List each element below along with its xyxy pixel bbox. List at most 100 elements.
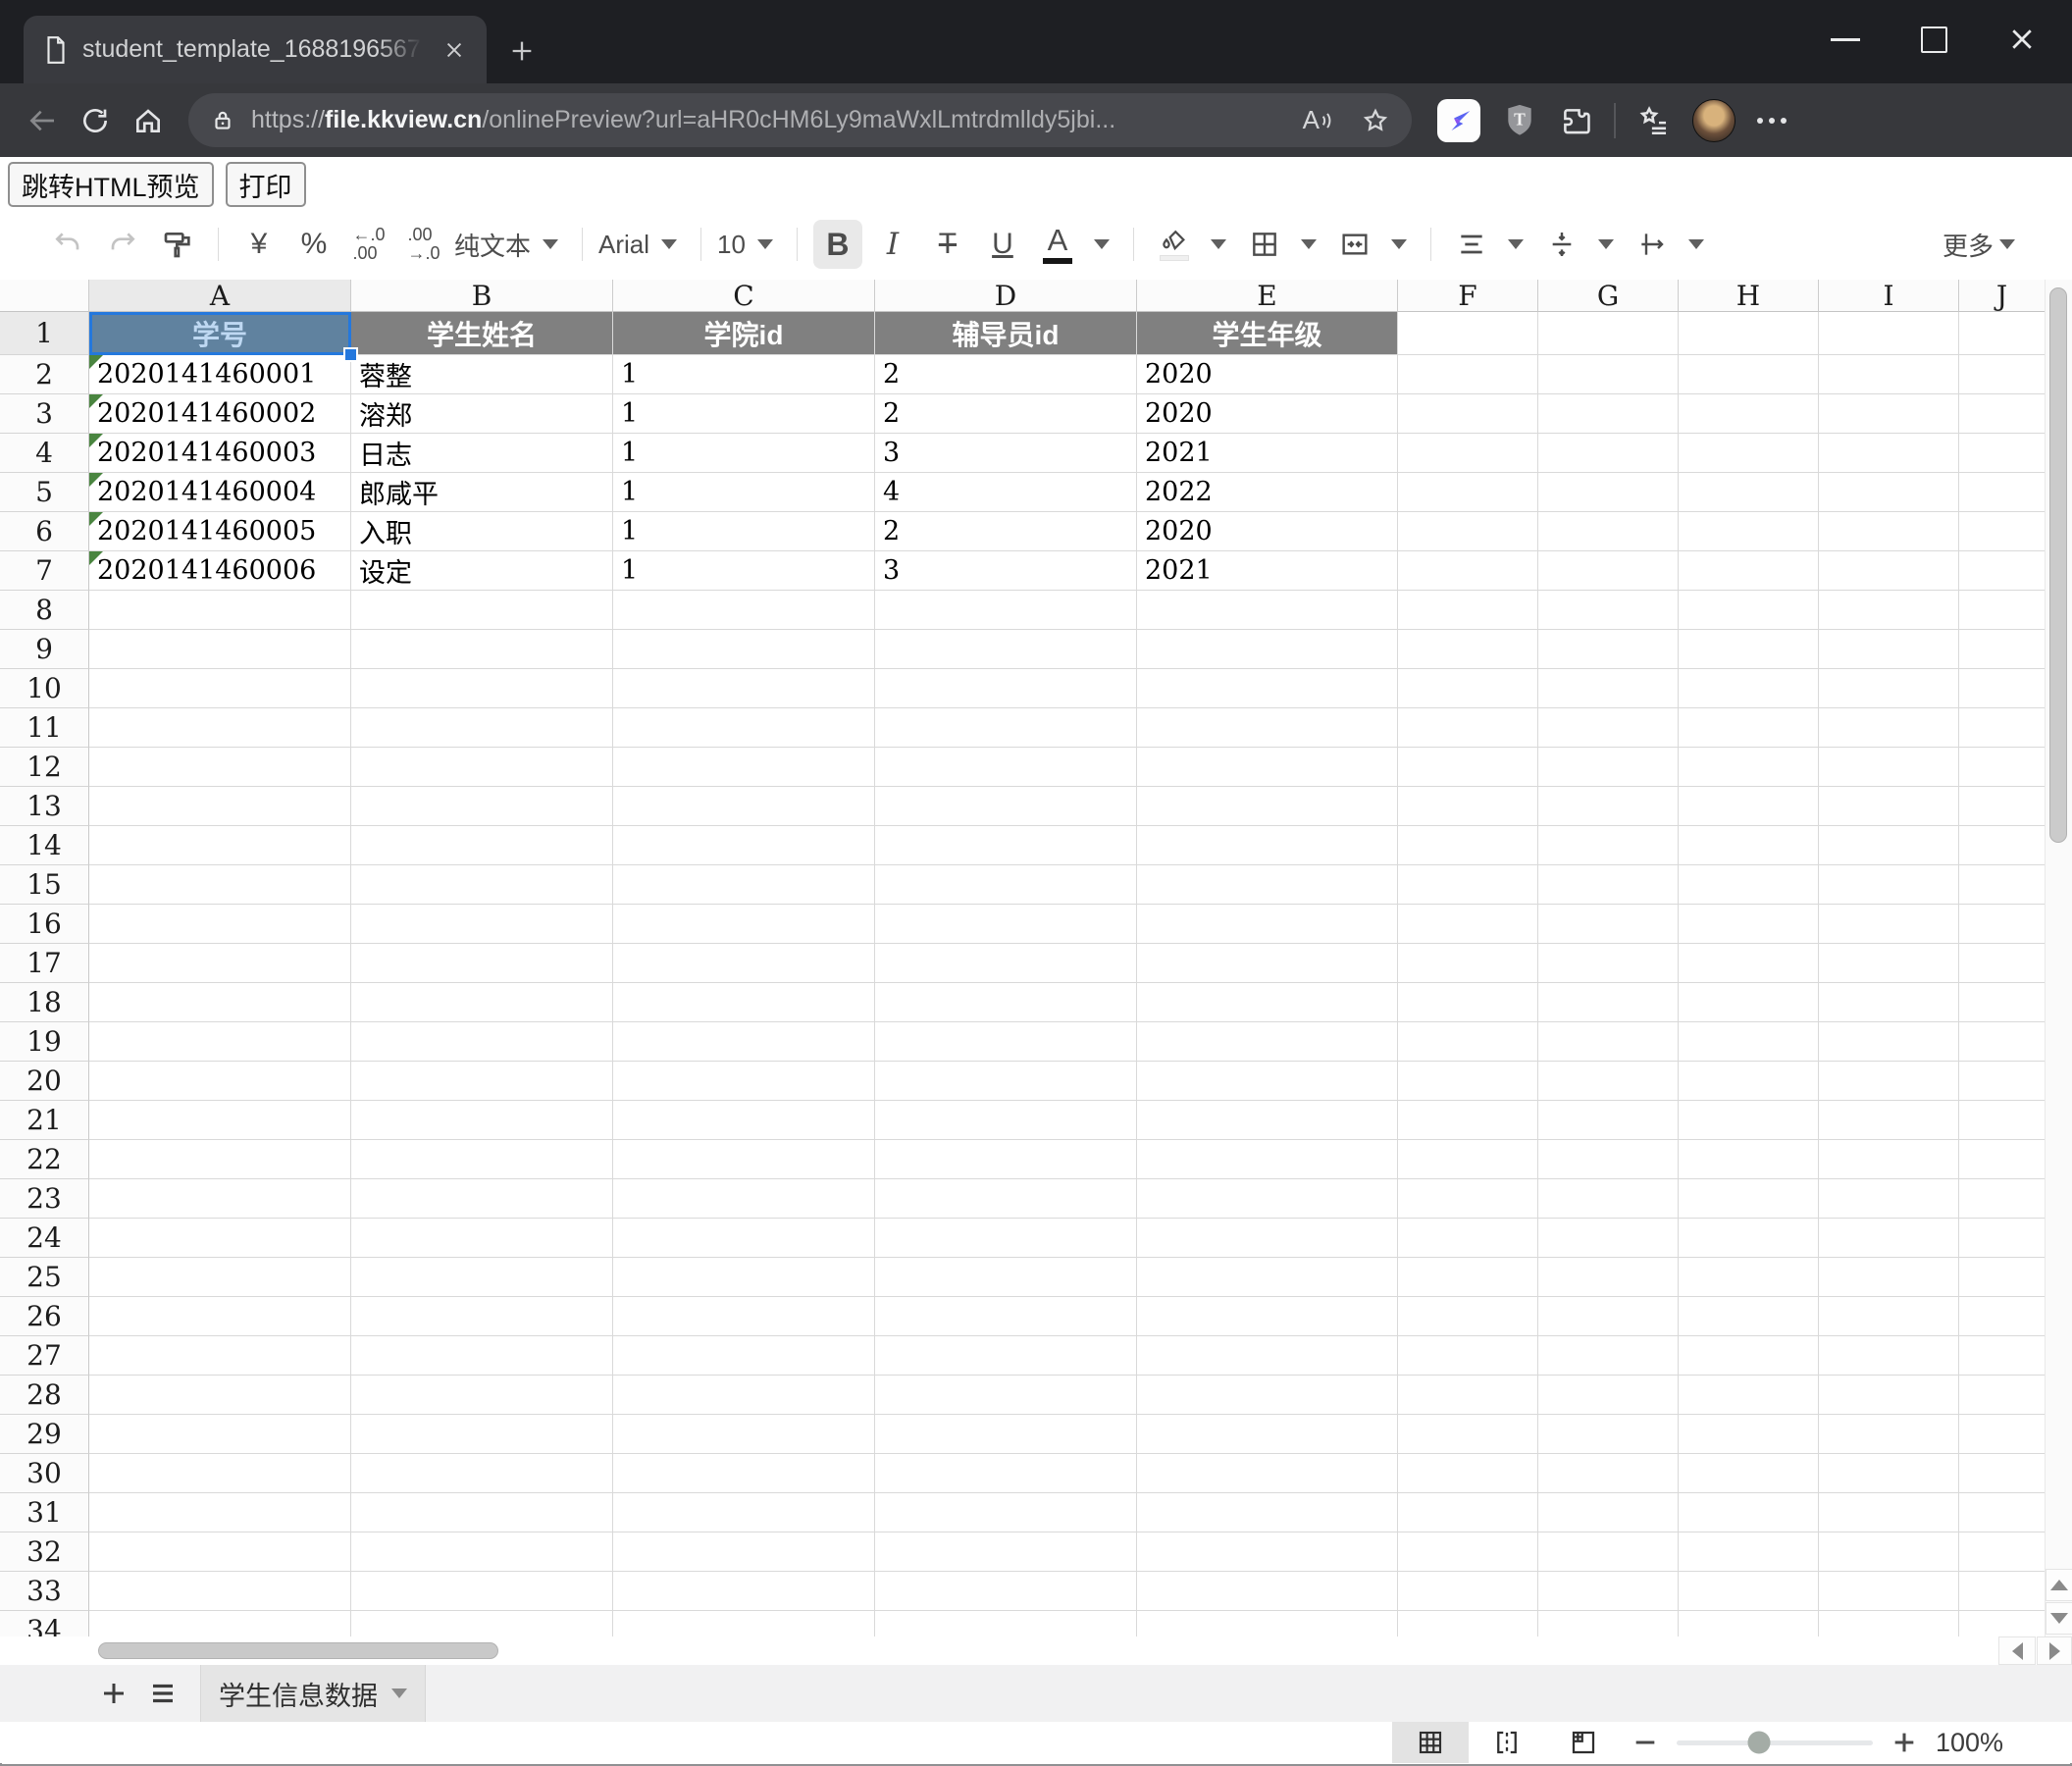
cell-B5[interactable]: 郎咸平 (351, 473, 613, 512)
cell-I34[interactable] (1819, 1611, 1959, 1636)
cell-G6[interactable] (1538, 512, 1679, 551)
print-button[interactable]: 打印 (226, 162, 306, 207)
cell-F30[interactable] (1398, 1454, 1538, 1493)
cell-E3[interactable]: 2020 (1137, 394, 1398, 434)
cell-D2[interactable]: 2 (875, 355, 1137, 394)
cell-G27[interactable] (1538, 1336, 1679, 1376)
cell-C20[interactable] (613, 1062, 875, 1101)
cell-J16[interactable] (1959, 905, 2045, 944)
cell-A25[interactable] (89, 1258, 351, 1297)
sheet-tab-active[interactable]: 学生信息数据 (200, 1665, 426, 1722)
cell-F11[interactable] (1398, 708, 1538, 748)
cell-J12[interactable] (1959, 748, 2045, 787)
cell-A16[interactable] (89, 905, 351, 944)
cell-C31[interactable] (613, 1493, 875, 1532)
normal-view-button[interactable] (1392, 1722, 1469, 1763)
cell-C27[interactable] (613, 1336, 875, 1376)
cell-A9[interactable] (89, 630, 351, 669)
cell-C34[interactable] (613, 1611, 875, 1636)
cell-J2[interactable] (1959, 355, 2045, 394)
row-header-16[interactable]: 16 (0, 905, 89, 944)
cell-J20[interactable] (1959, 1062, 2045, 1101)
row-header-22[interactable]: 22 (0, 1140, 89, 1179)
row-header-33[interactable]: 33 (0, 1572, 89, 1611)
cell-E14[interactable] (1137, 826, 1398, 865)
cell-B32[interactable] (351, 1532, 613, 1572)
chevron-down-icon[interactable] (1508, 239, 1524, 249)
column-header-I[interactable]: I (1819, 280, 1959, 312)
cell-C25[interactable] (613, 1258, 875, 1297)
cell-E26[interactable] (1137, 1297, 1398, 1336)
page-layout-view-button[interactable] (1545, 1722, 1622, 1763)
cell-B2[interactable]: 蓉整 (351, 355, 613, 394)
cell-B14[interactable] (351, 826, 613, 865)
cell-I17[interactable] (1819, 944, 1959, 983)
cell-A17[interactable] (89, 944, 351, 983)
cell-G33[interactable] (1538, 1572, 1679, 1611)
cell-F8[interactable] (1398, 591, 1538, 630)
cell-D28[interactable] (875, 1376, 1137, 1415)
cell-H13[interactable] (1679, 787, 1819, 826)
cell-A20[interactable] (89, 1062, 351, 1101)
tab-close-icon[interactable] (438, 33, 471, 67)
cell-F12[interactable] (1398, 748, 1538, 787)
row-header-5[interactable]: 5 (0, 473, 89, 512)
cell-H15[interactable] (1679, 865, 1819, 905)
new-tab-button[interactable] (502, 31, 542, 71)
zoom-slider-thumb[interactable] (1747, 1732, 1770, 1754)
cell-C12[interactable] (613, 748, 875, 787)
cell-J24[interactable] (1959, 1219, 2045, 1258)
cell-I7[interactable] (1819, 551, 1959, 591)
cell-E1[interactable]: 学生年级 (1137, 312, 1398, 355)
cell-J10[interactable] (1959, 669, 2045, 708)
cell-E21[interactable] (1137, 1101, 1398, 1140)
cell-D32[interactable] (875, 1532, 1137, 1572)
row-header-34[interactable]: 34 (0, 1611, 89, 1636)
cell-F20[interactable] (1398, 1062, 1538, 1101)
cell-C22[interactable] (613, 1140, 875, 1179)
grid-corner[interactable] (0, 280, 89, 312)
lock-icon[interactable] (210, 108, 235, 133)
cell-B8[interactable] (351, 591, 613, 630)
cell-B1[interactable]: 学生姓名 (351, 312, 613, 355)
cell-I31[interactable] (1819, 1493, 1959, 1532)
cell-B9[interactable] (351, 630, 613, 669)
cell-C26[interactable] (613, 1297, 875, 1336)
chevron-down-icon[interactable] (391, 1688, 407, 1698)
fill-color-button[interactable] (1150, 220, 1199, 269)
cell-E31[interactable] (1137, 1493, 1398, 1532)
cell-J15[interactable] (1959, 865, 2045, 905)
cell-A4[interactable]: 2020141460003 (89, 434, 351, 473)
sheet-list-icon[interactable] (143, 1674, 182, 1713)
column-header-J[interactable]: J (1959, 280, 2045, 312)
cell-F25[interactable] (1398, 1258, 1538, 1297)
cell-G8[interactable] (1538, 591, 1679, 630)
refresh-icon[interactable] (69, 94, 122, 147)
cell-E23[interactable] (1137, 1179, 1398, 1219)
cell-C2[interactable]: 1 (613, 355, 875, 394)
cell-H18[interactable] (1679, 983, 1819, 1022)
cell-F27[interactable] (1398, 1336, 1538, 1376)
cell-C5[interactable]: 1 (613, 473, 875, 512)
cell-E9[interactable] (1137, 630, 1398, 669)
cell-G24[interactable] (1538, 1219, 1679, 1258)
cell-I27[interactable] (1819, 1336, 1959, 1376)
cell-I3[interactable] (1819, 394, 1959, 434)
cell-B23[interactable] (351, 1179, 613, 1219)
cell-J21[interactable] (1959, 1101, 2045, 1140)
cell-H17[interactable] (1679, 944, 1819, 983)
cell-G9[interactable] (1538, 630, 1679, 669)
browser-menu-icon[interactable] (1757, 118, 1787, 124)
cell-D13[interactable] (875, 787, 1137, 826)
cell-G26[interactable] (1538, 1297, 1679, 1336)
cell-C29[interactable] (613, 1415, 875, 1454)
cell-J19[interactable] (1959, 1022, 2045, 1062)
cell-A34[interactable] (89, 1611, 351, 1636)
decrease-decimal-button[interactable]: ←.0.00 (344, 220, 393, 269)
cell-J26[interactable] (1959, 1297, 2045, 1336)
cell-H6[interactable] (1679, 512, 1819, 551)
cell-A22[interactable] (89, 1140, 351, 1179)
cell-G25[interactable] (1538, 1258, 1679, 1297)
cell-F17[interactable] (1398, 944, 1538, 983)
cell-H21[interactable] (1679, 1101, 1819, 1140)
